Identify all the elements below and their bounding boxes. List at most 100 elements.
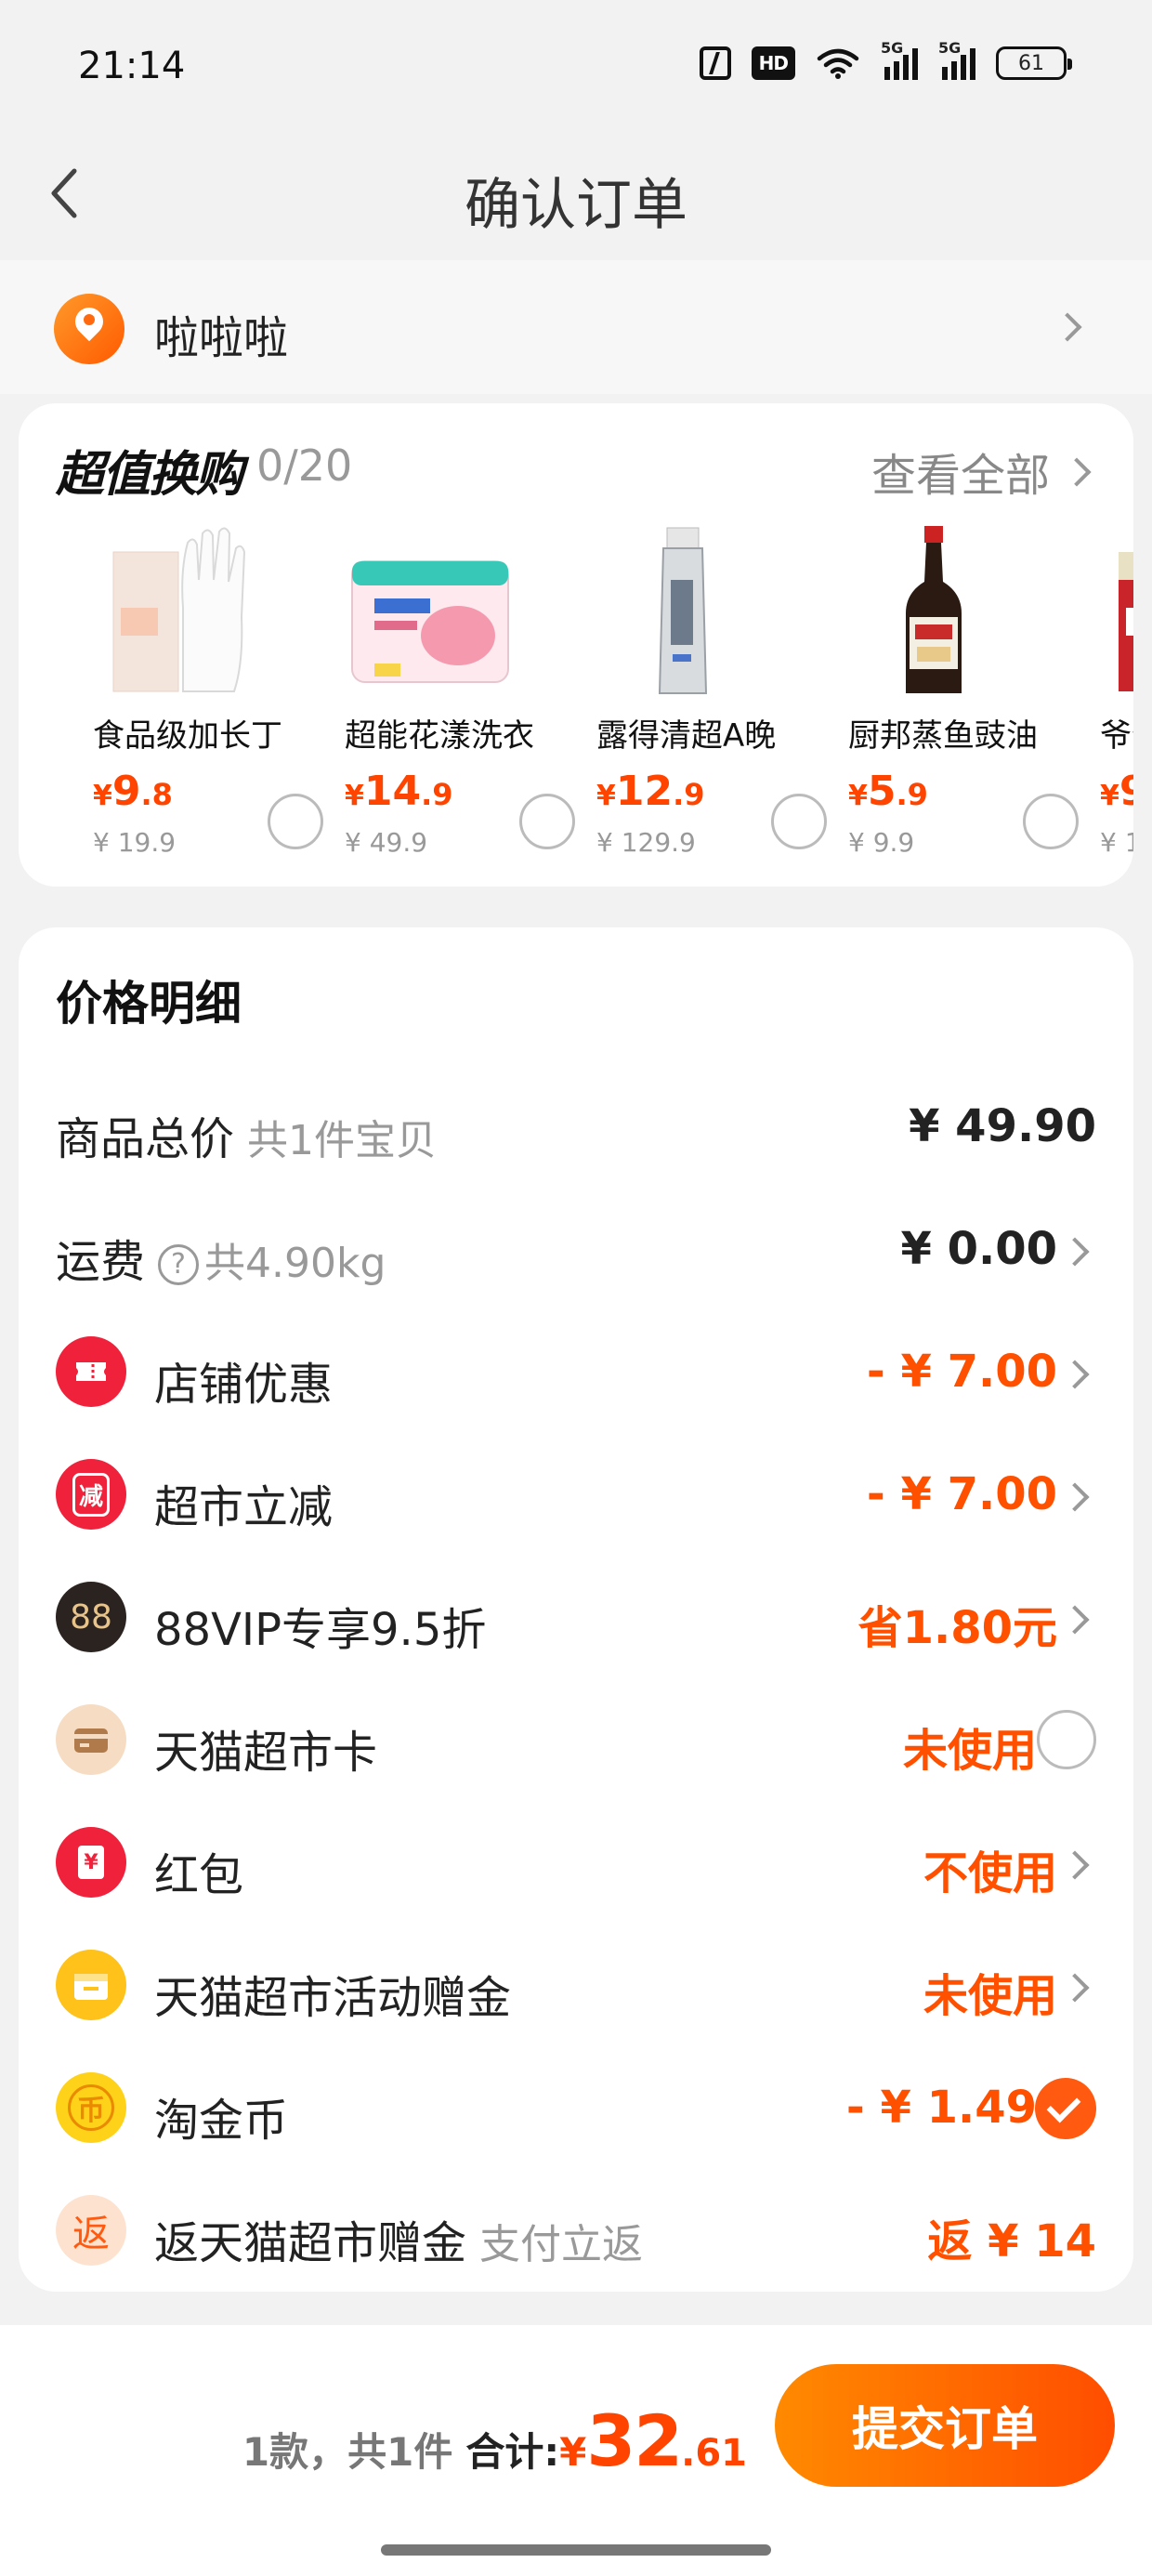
chevron-right-icon: [1060, 1482, 1090, 1512]
row-label: 天猫超市卡: [154, 1727, 378, 1779]
row-label: 运费: [56, 1236, 146, 1288]
product-name: 食品级加长丁: [93, 717, 282, 755]
chevron-right-icon: [1060, 1360, 1090, 1389]
product-price: ¥14.9: [345, 768, 453, 815]
row-label: 天猫超市活动赠金: [154, 1972, 512, 2024]
home-indicator[interactable]: [381, 2544, 771, 2556]
exchange-count: 0/20: [256, 440, 353, 491]
store-discount-row[interactable]: 店铺优惠 - ¥ 7.00: [19, 1310, 1133, 1433]
product-item[interactable]: 厨邦蒸鱼豉油 ¥5.9 ¥ 9.9: [828, 524, 1080, 877]
gold-coin-row[interactable]: 币 淘金币 - ¥ 1.49: [19, 2046, 1133, 2169]
location-pin-icon: [54, 294, 124, 364]
gift-box-icon: [56, 1950, 126, 2020]
status-bar: 21:14 HD 5G 5G 61: [0, 0, 1152, 130]
product-select-radio[interactable]: [519, 794, 575, 849]
address-name: 啦啦啦: [154, 312, 289, 364]
vip-discount-value: 省1.80元: [857, 1602, 1057, 1654]
reduce-icon: 减: [56, 1459, 126, 1530]
nav-bar: 确认订单: [0, 130, 1152, 260]
product-list: 食品级加长丁 ¥9.8 ¥ 19.9 超能花漾洗衣 ¥14.9 ¥ 49.9 露…: [72, 524, 1133, 877]
activity-bonus-row[interactable]: 天猫超市活动赠金 未使用: [19, 1924, 1133, 2046]
chevron-right-icon: [1062, 457, 1092, 487]
red-envelope-icon: ¥: [56, 1827, 126, 1898]
address-row[interactable]: 啦啦啦: [0, 260, 1152, 394]
page-title: 确认订单: [465, 173, 687, 238]
red-envelope-row[interactable]: ¥ 红包 不使用: [19, 1801, 1133, 1924]
gold-coin-checkbox[interactable]: [1035, 2078, 1096, 2139]
product-price: ¥9.8: [93, 768, 173, 815]
item-count: 1款，共1件: [242, 2429, 453, 2475]
nfc-icon: [699, 46, 731, 80]
product-original-price: ¥ 129.9: [596, 827, 696, 858]
chevron-right-icon: [1053, 312, 1082, 342]
row-label: 返天猫超市赠金: [154, 2217, 467, 2269]
chevron-right-icon: [1060, 1605, 1090, 1635]
red-envelope-value: 不使用: [923, 1847, 1057, 1899]
row-sub: 共1件宝贝: [247, 1117, 438, 1164]
row-sub: 共4.90kg: [204, 1240, 386, 1287]
product-select-radio[interactable]: [771, 794, 827, 849]
row-label: 商品总价: [56, 1113, 235, 1165]
market-card-radio[interactable]: [1037, 1710, 1096, 1769]
rebate-value: 返 ¥ 14: [927, 2215, 1096, 2267]
product-original-price: ¥ 19: [1100, 827, 1133, 858]
product-name: 厨邦蒸鱼豉油: [848, 717, 1038, 755]
vip-88-icon: 88: [56, 1582, 126, 1652]
order-summary: 1款，共1件 合计: ¥ 32 .61: [242, 2399, 747, 2482]
exchange-title: 超值换购: [56, 447, 243, 503]
price-detail-card: 价格明细 商品总价 共1件宝贝 ¥ 49.90 运费? 共4.90kg ¥ 0.00…: [19, 927, 1133, 2292]
product-price: ¥5.9: [848, 768, 928, 815]
battery-icon: 61: [996, 46, 1072, 80]
product-price: ¥12.9: [596, 768, 705, 815]
product-name: 爷爷: [1100, 717, 1133, 755]
wifi-icon: [817, 48, 859, 79]
product-name: 露得清超A晚: [596, 717, 777, 755]
row-label: 店铺优惠: [154, 1359, 334, 1411]
product-select-radio[interactable]: [268, 794, 323, 849]
checkout-bar: 1款，共1件 合计: ¥ 32 .61 提交订单: [0, 2325, 1152, 2576]
product-item[interactable]: 爷爷 ¥9 ¥ 19: [1080, 524, 1133, 877]
subtotal-value: ¥ 49.90: [909, 1100, 1096, 1152]
market-reduction-row[interactable]: 减 超市立减 - ¥ 7.00: [19, 1433, 1133, 1556]
row-label: 88VIP专享9.5折: [154, 1604, 487, 1656]
activity-bonus-value: 未使用: [923, 1970, 1057, 2022]
cream-tube-icon: [658, 527, 708, 694]
vip-discount-row[interactable]: 88 88VIP专享9.5折 省1.80元: [19, 1556, 1133, 1678]
market-card-value: 未使用: [902, 1725, 1037, 1777]
total-currency: ¥: [559, 2429, 587, 2475]
market-card-row[interactable]: 天猫超市卡 未使用: [19, 1678, 1133, 1801]
shipping-value: ¥ 0.00: [900, 1223, 1057, 1275]
product-original-price: ¥ 49.9: [345, 827, 428, 858]
product-price: ¥9: [1100, 768, 1133, 815]
chevron-right-icon: [1060, 1237, 1090, 1267]
store-discount-value: - ¥ 7.00: [866, 1346, 1057, 1398]
signal-icon-2: 5G: [938, 39, 975, 80]
product-item[interactable]: 露得清超A晚 ¥12.9 ¥ 129.9: [576, 524, 828, 877]
total-label: 合计:: [465, 2429, 560, 2475]
help-icon[interactable]: ?: [158, 1244, 200, 1285]
shipping-row[interactable]: 运费? 共4.90kg ¥ 0.00: [19, 1188, 1133, 1310]
subtotal-row: 商品总价 共1件宝贝 ¥ 49.90: [19, 1065, 1133, 1188]
rebate-row: 返 返天猫超市赠金 支付立返 返 ¥ 14: [19, 2169, 1133, 2292]
price-detail-title: 价格明细: [56, 977, 242, 1031]
hd-voice-icon: HD: [751, 46, 795, 80]
total-integer: 32: [586, 2399, 683, 2482]
soy-sauce-icon: [906, 526, 962, 693]
product-box-icon: [1119, 552, 1133, 691]
row-label: 淘金币: [154, 2095, 289, 2147]
row-sub: 支付立返: [479, 2221, 644, 2268]
submit-order-button[interactable]: 提交订单: [775, 2364, 1115, 2487]
product-name: 超能花漾洗衣: [345, 717, 534, 755]
product-select-radio[interactable]: [1023, 794, 1079, 849]
market-reduction-value: - ¥ 7.00: [866, 1468, 1057, 1520]
total-decimal: .61: [681, 2432, 747, 2475]
row-label: 超市立减: [154, 1481, 334, 1533]
laundry-pods-icon: [351, 560, 509, 683]
product-item[interactable]: 超能花漾洗衣 ¥14.9 ¥ 49.9: [324, 524, 576, 877]
product-item[interactable]: 食品级加长丁 ¥9.8 ¥ 19.9: [72, 524, 324, 877]
rebate-icon: 返: [56, 2195, 126, 2266]
gold-coin-icon: 币: [56, 2072, 126, 2143]
view-all-link[interactable]: 查看全部: [871, 439, 1050, 504]
gloves-icon: [112, 527, 246, 692]
coupon-icon: [56, 1336, 126, 1407]
